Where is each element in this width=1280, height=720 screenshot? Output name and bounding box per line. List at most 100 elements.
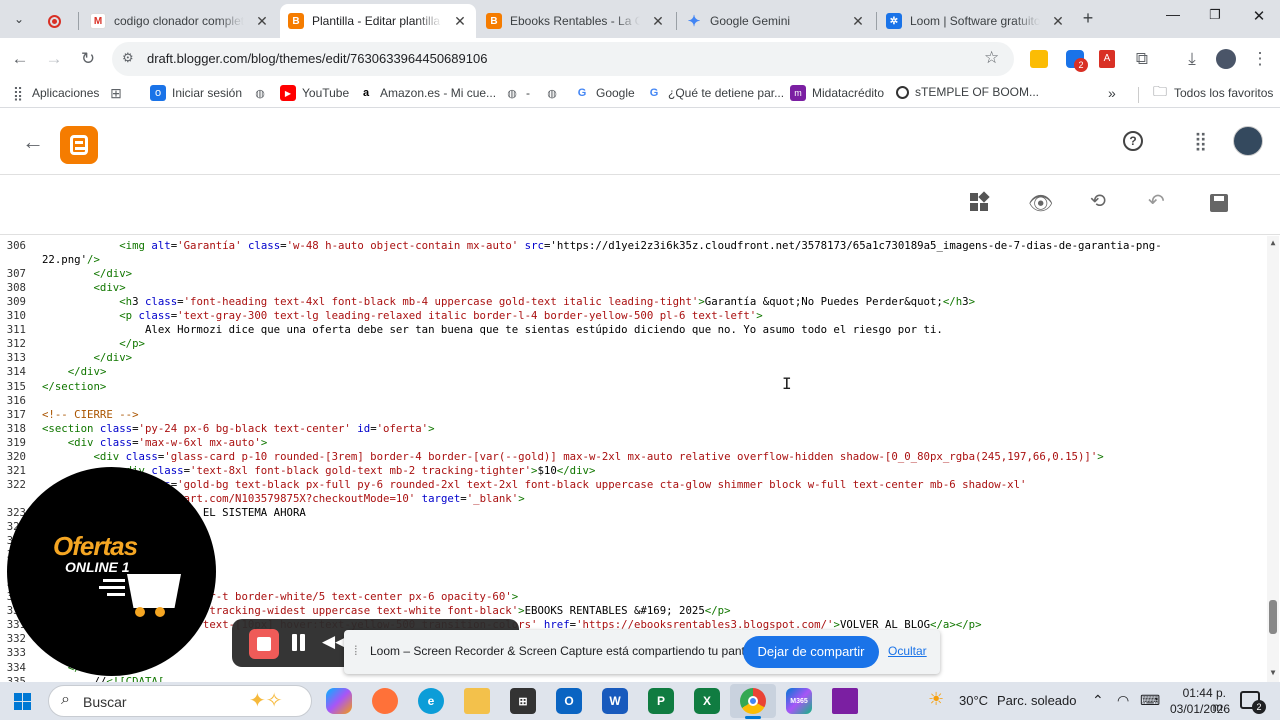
bookmark-midatacredito[interactable]: m Midatacrédito (790, 85, 884, 101)
code-line[interactable]: Alex Hormozi dice que una oferta debe se… (42, 323, 943, 336)
star-icon[interactable]: ☆ (984, 48, 999, 68)
scrollbar-up-arrow[interactable]: ▲ (1267, 238, 1279, 247)
widget-jump-icon[interactable] (970, 191, 990, 213)
preview-eye-icon[interactable]: 👁 (1028, 191, 1053, 216)
bookmark-temple[interactable]: sTEMPLE OF BOOM... (896, 85, 1039, 99)
chevron-up-icon[interactable]: ⌃ (1092, 692, 1104, 709)
bookmark-globe-2[interactable]: ◍ (544, 85, 566, 101)
scrollbar-down-arrow[interactable]: ▼ (1267, 668, 1279, 677)
bookmarks-overflow[interactable]: » (1108, 85, 1116, 101)
puzzle-icon[interactable]: ⧉ (1130, 47, 1154, 71)
blogger-logo[interactable] (60, 126, 98, 164)
bookmark-google[interactable]: G Google (574, 85, 635, 101)
code-line[interactable]: <section class='py-24 px-6 bg-black text… (42, 422, 435, 435)
stop-sharing-button[interactable]: Dejar de compartir (743, 636, 879, 668)
revert-icon[interactable]: ⟲ (1090, 190, 1106, 213)
bookmark-amazon[interactable]: a Amazon.es - Mi cue... (358, 85, 496, 101)
bookmark-youtube[interactable]: ▶ YouTube (280, 85, 349, 101)
menu-icon[interactable]: ⋮ (1248, 47, 1272, 71)
bookmark-login[interactable]: o Iniciar sesión (150, 85, 242, 101)
firefox-icon[interactable] (372, 688, 398, 714)
tab-loom[interactable]: ✲ Loom | Software gratuito d ✕ (878, 4, 1074, 38)
code-line[interactable]: </section> (42, 380, 106, 393)
tab-plantilla[interactable]: B Plantilla - Editar plantilla ✕ (280, 4, 476, 38)
weather-desc[interactable]: Parc. soleado (997, 693, 1077, 708)
taskbar-search-box[interactable]: ⌕ Buscar ✦✧ (48, 685, 312, 717)
undo-icon[interactable]: ↶ (1148, 189, 1165, 214)
bookmark-dash[interactable]: ◍ - (504, 85, 530, 101)
code-line[interactable]: <p class='text-gray-300 text-lg leading-… (42, 309, 762, 322)
hide-link[interactable]: Ocultar (888, 644, 927, 658)
forward-icon[interactable]: → (42, 47, 66, 71)
stop-recording-button[interactable] (249, 629, 279, 659)
tab-gmail[interactable]: M codigo clonador completo ✕ (82, 4, 278, 38)
code-line[interactable]: </p> (42, 337, 145, 350)
outlook-icon[interactable]: O (556, 688, 582, 714)
keyboard-icon[interactable]: ⌨ (1140, 692, 1160, 709)
wifi-icon[interactable]: ◠ (1117, 692, 1129, 709)
tab-search-button[interactable]: ⌄ (8, 9, 30, 31)
loom-camera-bubble[interactable]: Ofertas ONLINE 1 (7, 467, 216, 676)
store-icon[interactable]: ⊞ (510, 688, 536, 714)
reload-icon[interactable]: ↻ (76, 47, 100, 71)
close-icon[interactable]: ✕ (254, 13, 270, 30)
download-icon[interactable]: ⤓ (1180, 47, 1204, 71)
file-explorer-icon[interactable] (464, 688, 490, 714)
restore-button[interactable]: ❐ (1204, 7, 1226, 23)
winrar-icon[interactable] (832, 688, 858, 714)
back-icon[interactable]: ← (8, 47, 32, 71)
account-avatar[interactable] (1233, 126, 1263, 156)
bookmark-all-favorites[interactable]: 🗀 Todos los favoritos (1152, 83, 1273, 101)
close-icon[interactable]: ✕ (1050, 13, 1066, 30)
excel-icon[interactable]: X (694, 688, 720, 714)
bookmark-apps[interactable]: ⣿ Aplicaciones (10, 85, 100, 101)
url-text[interactable]: draft.blogger.com/blog/themes/edit/76306… (147, 51, 487, 66)
extension-icon-yellow[interactable] (1030, 50, 1048, 68)
code-line[interactable]: </div> (42, 365, 107, 378)
close-icon[interactable]: ✕ (650, 13, 666, 30)
scrollbar-thumb[interactable] (1269, 600, 1277, 634)
profile-avatar[interactable] (1216, 49, 1236, 69)
code-line[interactable]: <div> (42, 281, 125, 294)
code-line[interactable]: </div> (42, 267, 132, 280)
code-line[interactable]: <a class='gold-bg text-black px-full py-… (42, 478, 1026, 491)
minimize-button[interactable]: — (1160, 6, 1186, 22)
pause-icon[interactable] (291, 634, 307, 652)
tab-gemini[interactable]: ✦ Google Gemini ✕ (678, 4, 874, 38)
word-icon[interactable]: W (602, 688, 628, 714)
drag-handle-icon[interactable]: ⁞ (354, 643, 358, 658)
code-line[interactable]: <!-- CIERRE --> (42, 408, 139, 421)
code-line[interactable]: </div> (42, 351, 132, 364)
apps-grid-icon[interactable]: ⣿ (1194, 131, 1207, 152)
back-arrow-icon[interactable]: ← (22, 129, 44, 155)
bookmark-que-te-detiene[interactable]: G ¿Qué te detiene par... (646, 85, 784, 101)
help-icon[interactable]: ? (1123, 131, 1143, 151)
project-icon[interactable]: P (648, 688, 674, 714)
m365-icon[interactable]: M365 (786, 688, 812, 714)
tab-recording[interactable] (40, 4, 76, 38)
tab-ebooks[interactable]: B Ebooks Rentables - La Ofer ✕ (478, 4, 674, 38)
code-line[interactable]: <div class='max-w-6xl mx-auto'> (42, 436, 268, 449)
code-line[interactable]: <h3 class='font-heading text-4xl font-bl… (42, 295, 975, 308)
clock-date[interactable]: 03/01/2026 (1170, 702, 1230, 716)
bookmark-globe[interactable]: ◍ (252, 85, 274, 101)
bookmark-grid[interactable]: ⊞ (108, 85, 130, 101)
close-window-button[interactable]: ✕ (1248, 7, 1270, 25)
chrome-icon[interactable] (740, 688, 766, 714)
save-icon[interactable] (1210, 194, 1228, 212)
code-line[interactable]: <div class='glass-card p-10 rounded-[3re… (42, 450, 1103, 463)
code-line[interactable]: 22.png'/> (42, 253, 100, 266)
pdf-extension-icon[interactable]: A (1099, 50, 1115, 68)
edge-icon[interactable]: e (418, 688, 444, 714)
close-icon[interactable]: ✕ (452, 13, 468, 30)
weather-icon[interactable]: ☀ (928, 689, 944, 710)
close-icon[interactable]: ✕ (850, 13, 866, 30)
site-info-icon[interactable]: ⚙ (122, 50, 134, 66)
new-tab-button[interactable]: + (1078, 8, 1098, 29)
code-line[interactable]: <img alt='Garantía' class='w-48 h-auto o… (42, 239, 1161, 252)
outlook-icon: o (150, 85, 166, 101)
address-bar[interactable]: ⚙ draft.blogger.com/blog/themes/edit/763… (112, 42, 1014, 76)
copilot-icon[interactable] (326, 688, 352, 714)
weather-temp[interactable]: 30°C (959, 693, 988, 708)
start-windows-icon[interactable] (14, 693, 31, 710)
